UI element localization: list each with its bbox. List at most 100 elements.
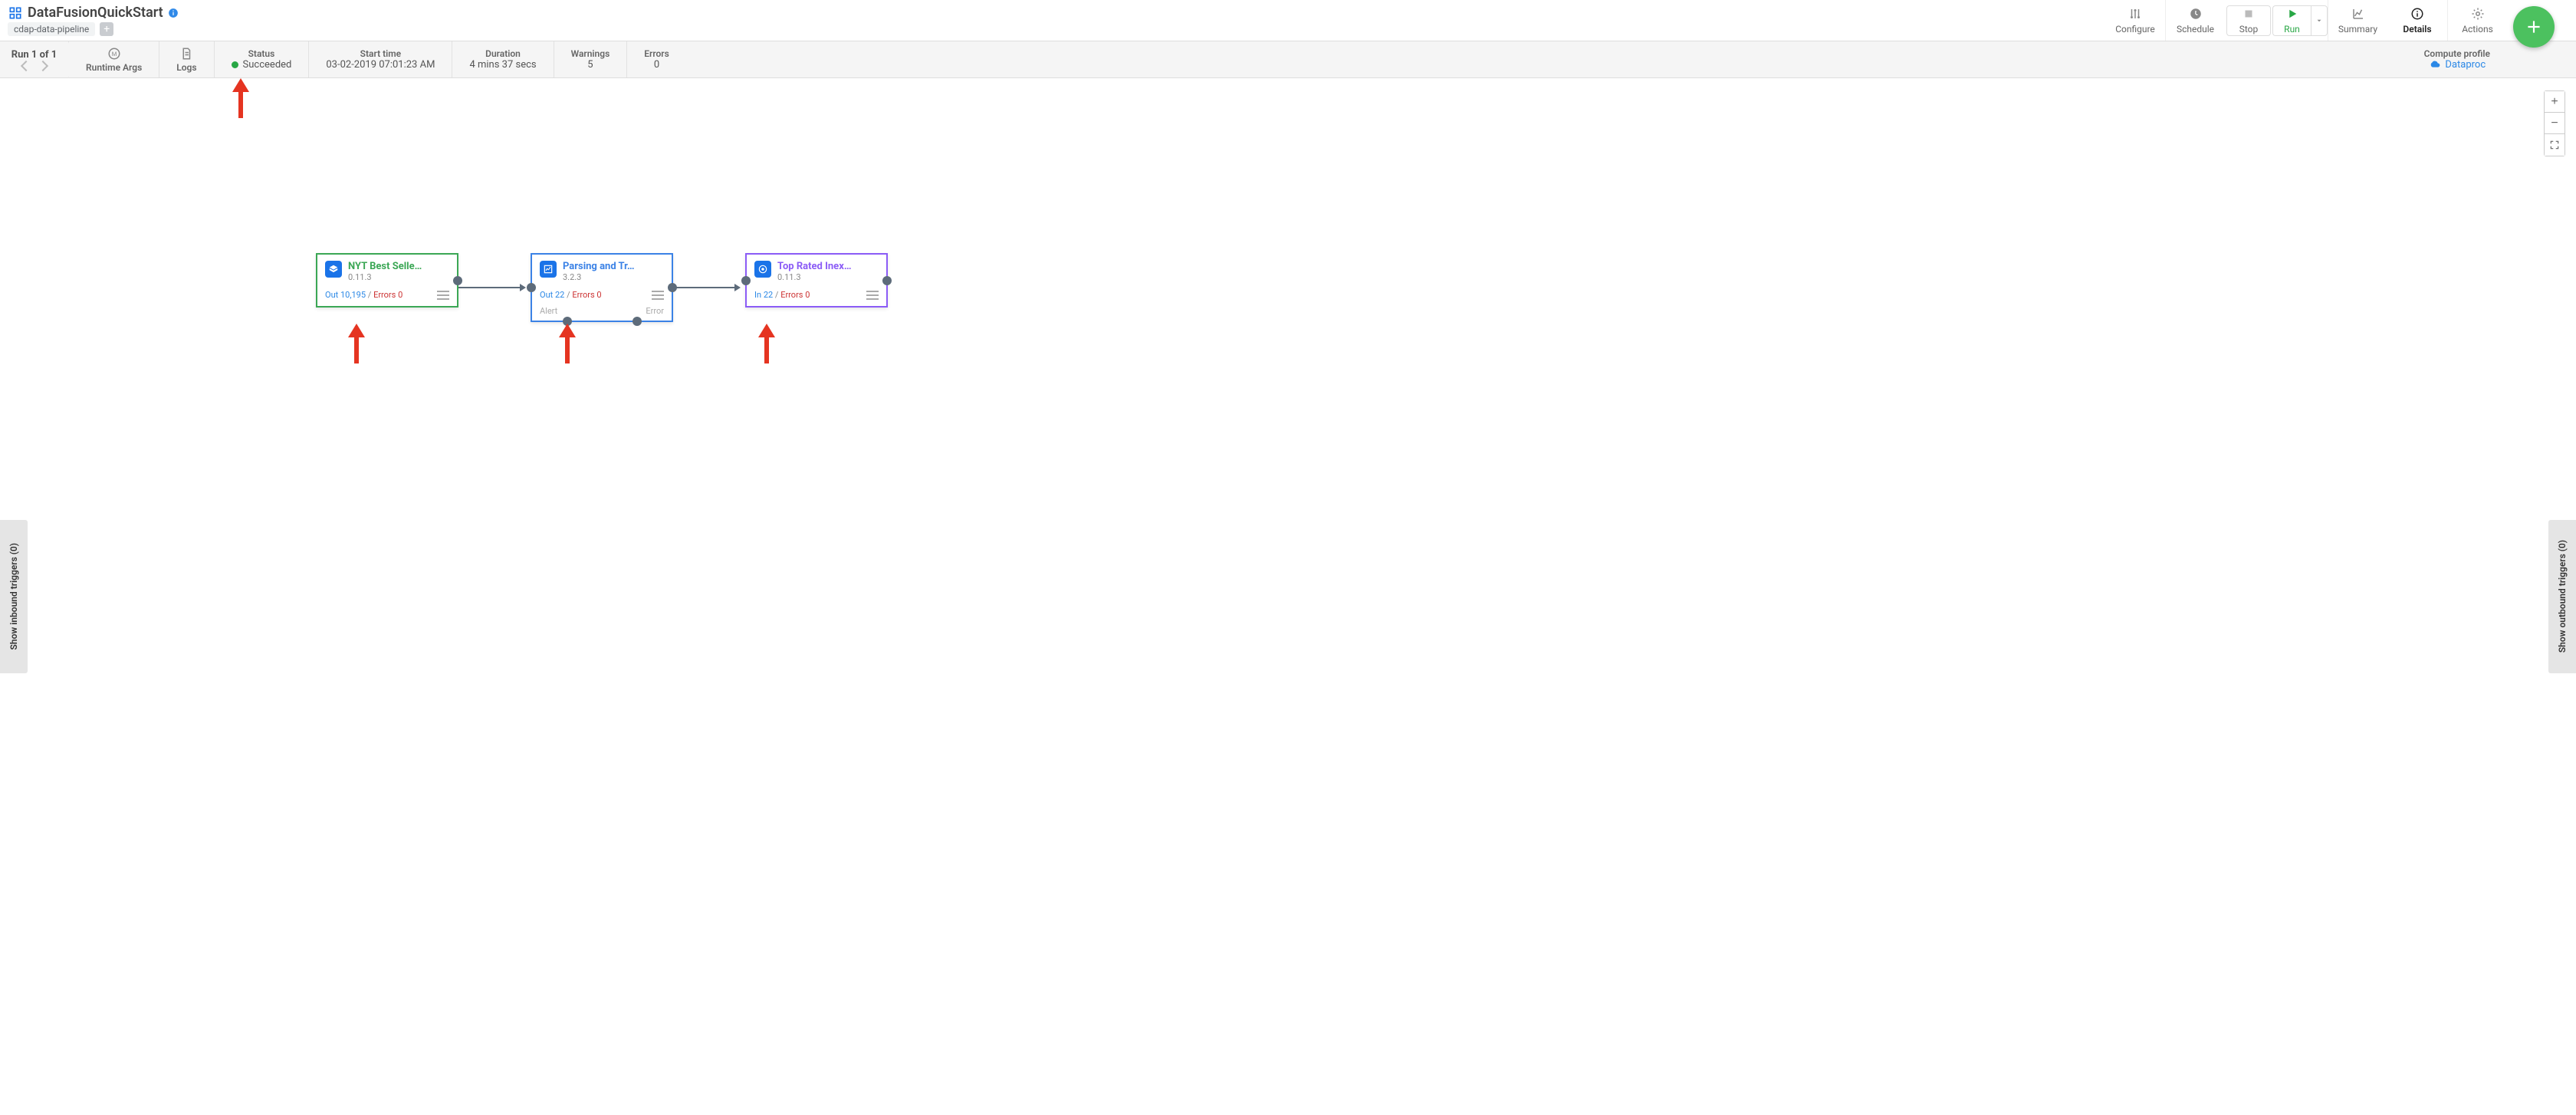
cloud-icon	[2428, 61, 2440, 70]
compute-profile-label: Compute profile	[2424, 48, 2490, 59]
node-sink-io: In 22 / Errors 0	[754, 290, 810, 300]
node-source[interactable]: NYT Best Selle… 0.11.3 Out 10,195 / Erro…	[316, 253, 458, 308]
add-tag-button[interactable]: +	[100, 22, 113, 36]
inbound-triggers-label: Show inbound triggers (0)	[8, 543, 19, 650]
run-label: Run	[2284, 24, 2300, 35]
node-sink-in-port[interactable]	[741, 276, 751, 285]
configure-button[interactable]: Configure	[2105, 0, 2165, 41]
summary-button[interactable]: Summary	[2328, 0, 2387, 41]
fullscreen-icon	[2549, 140, 2560, 150]
sliders-icon	[2128, 7, 2142, 21]
node-transform-version: 3.2.3	[563, 272, 635, 282]
pipeline-type-chip: cdap-data-pipeline	[8, 22, 95, 36]
sink-icon	[754, 261, 771, 278]
outbound-triggers-tab[interactable]: Show outbound triggers (0)	[2548, 520, 2576, 673]
node-sink[interactable]: Top Rated Inex… 0.11.3 In 22 / Errors 0	[745, 253, 888, 308]
node-source-version: 0.11.3	[348, 272, 422, 282]
node-transform-alert-port-label: Alert	[540, 306, 557, 316]
gear-icon	[2471, 7, 2485, 21]
info-outline-icon	[2410, 7, 2424, 21]
fit-view-button[interactable]	[2545, 134, 2564, 156]
pipeline-name[interactable]: DataFusionQuickStart	[28, 5, 163, 21]
next-run-button[interactable]	[37, 61, 48, 71]
compute-profile-value: Dataproc	[2445, 59, 2486, 71]
source-icon	[325, 261, 342, 278]
zoom-controls: + −	[2544, 90, 2565, 156]
node-transform-out-port[interactable]	[668, 283, 677, 292]
transform-icon	[540, 261, 557, 278]
run-counter: Run 1 of 1	[12, 49, 58, 61]
add-pipeline-fab[interactable]	[2513, 6, 2555, 48]
outbound-triggers-label: Show outbound triggers (0)	[2557, 540, 2568, 653]
clock-icon	[2189, 7, 2203, 21]
run-navigator: Run 1 of 1	[0, 41, 69, 77]
duration-value: 4 mins 37 secs	[469, 59, 536, 71]
actions-label: Actions	[2462, 24, 2493, 35]
actions-button[interactable]: Actions	[2447, 0, 2507, 41]
run-dropdown-button[interactable]	[2311, 5, 2328, 36]
warnings-label: Warnings	[571, 48, 610, 59]
duration-cell: Duration 4 mins 37 secs	[452, 41, 554, 77]
edge-n1-n2	[458, 287, 524, 288]
zoom-out-button[interactable]: −	[2545, 113, 2564, 134]
node-sink-menu-button[interactable]	[866, 291, 879, 300]
node-source-title: NYT Best Selle…	[348, 261, 422, 272]
run-info-bar: Run 1 of 1 M Runtime Args Logs Status Su…	[0, 41, 2576, 78]
duration-label: Duration	[485, 48, 521, 59]
play-icon	[2285, 7, 2299, 21]
node-transform[interactable]: Parsing and Tr… 3.2.3 Out 22 / Errors 0 …	[531, 253, 673, 322]
node-sink-title: Top Rated Inex…	[777, 261, 851, 272]
summary-label: Summary	[2338, 24, 2377, 35]
logs-button[interactable]: Logs	[159, 41, 214, 77]
schedule-button[interactable]: Schedule	[2165, 0, 2225, 41]
details-button[interactable]: Details	[2387, 0, 2447, 41]
details-label: Details	[2403, 24, 2431, 35]
runtime-args-label: Runtime Args	[86, 62, 142, 73]
warnings-value: 5	[587, 59, 593, 71]
top-toolbar: DataFusionQuickStart cdap-data-pipeline …	[0, 0, 2576, 41]
node-transform-error-port[interactable]	[632, 317, 642, 326]
runtime-args-button[interactable]: M Runtime Args	[69, 41, 159, 77]
node-source-io: Out 10,195 / Errors 0	[325, 290, 402, 300]
start-time-value: 03-02-2019 07:01:23 AM	[326, 59, 435, 71]
node-sink-version: 0.11.3	[777, 272, 851, 282]
document-icon	[179, 47, 193, 61]
info-icon[interactable]	[168, 8, 179, 18]
configure-label: Configure	[2115, 24, 2155, 35]
start-time-label: Start time	[360, 48, 401, 59]
status-cell: Status Succeeded	[215, 41, 310, 77]
node-transform-error-port-label: Error	[646, 306, 664, 316]
status-value: Succeeded	[243, 59, 292, 71]
node-source-menu-button[interactable]	[437, 291, 449, 300]
errors-cell: Errors 0	[627, 41, 686, 77]
errors-label: Errors	[644, 48, 669, 59]
schedule-label: Schedule	[2177, 24, 2214, 35]
run-button[interactable]: Run	[2272, 5, 2311, 36]
node-transform-in-port[interactable]	[527, 283, 536, 292]
chart-icon	[2351, 7, 2365, 21]
pipeline-logo-icon	[8, 5, 23, 21]
node-transform-io: Out 22 / Errors 0	[540, 290, 602, 300]
stop-icon	[2242, 7, 2256, 21]
caret-down-icon	[2315, 17, 2323, 25]
compute-profile-cell: Compute profile Dataproc	[2407, 41, 2507, 77]
inbound-triggers-tab[interactable]: Show inbound triggers (0)	[0, 520, 28, 673]
args-icon: M	[107, 47, 121, 61]
node-transform-menu-button[interactable]	[652, 291, 664, 300]
status-dot-icon	[232, 61, 238, 68]
start-time-cell: Start time 03-02-2019 07:01:23 AM	[309, 41, 452, 77]
edge-n2-n3	[673, 287, 739, 288]
zoom-in-button[interactable]: +	[2545, 91, 2564, 113]
compute-profile-link[interactable]: Dataproc	[2428, 59, 2486, 71]
stop-button[interactable]: Stop	[2226, 5, 2271, 36]
pipeline-canvas[interactable]: + − Show inbound triggers (0) Show outbo…	[0, 78, 2576, 1115]
prev-run-button[interactable]	[20, 61, 31, 71]
node-sink-out-port[interactable]	[882, 276, 892, 285]
node-source-out-port[interactable]	[453, 276, 462, 285]
stop-label: Stop	[2239, 24, 2259, 35]
svg-text:M: M	[111, 51, 117, 58]
warnings-cell: Warnings 5	[554, 41, 628, 77]
plus-icon	[2524, 17, 2544, 37]
logs-label: Logs	[176, 62, 196, 73]
node-transform-title: Parsing and Tr…	[563, 261, 635, 272]
